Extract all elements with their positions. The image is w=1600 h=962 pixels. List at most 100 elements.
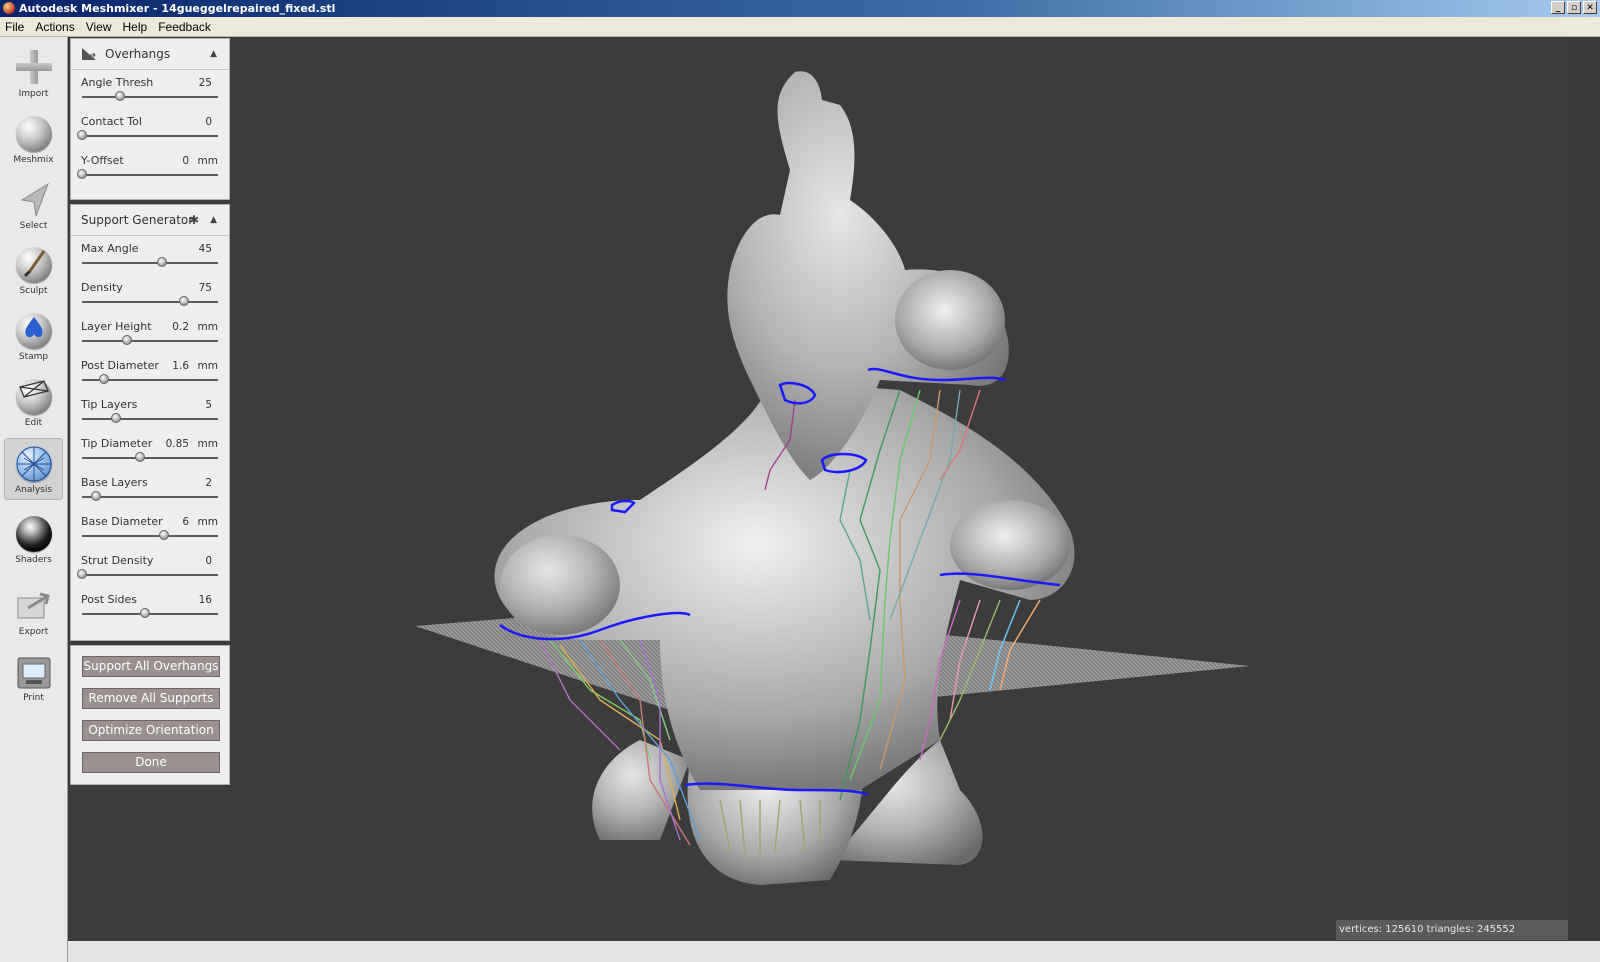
tool-shaders-label: Shaders xyxy=(15,555,52,565)
3d-viewport[interactable] xyxy=(68,37,1600,941)
param-value[interactable]: 25 xyxy=(199,77,212,89)
menu-feedback[interactable]: Feedback xyxy=(153,20,217,34)
slider-knob[interactable] xyxy=(77,169,87,179)
param-row: Base Diameter 6 mm xyxy=(71,509,229,548)
tool-sculpt[interactable]: Sculpt xyxy=(4,240,63,302)
param-value[interactable]: 0.85 xyxy=(166,438,189,450)
slider-knob[interactable] xyxy=(157,257,168,267)
optimize-orientation-button[interactable]: Optimize Orientation xyxy=(82,720,220,741)
window-controls: _ ▫ ✕ xyxy=(1551,1,1597,14)
slider-track[interactable] xyxy=(82,535,218,537)
param-label: Tip Diameter xyxy=(81,437,153,450)
slider-knob[interactable] xyxy=(158,530,169,540)
menu-help[interactable]: Help xyxy=(118,20,154,34)
menu-view[interactable]: View xyxy=(81,20,118,34)
tool-edit[interactable]: Edit xyxy=(4,372,63,434)
menu-file[interactable]: File xyxy=(0,20,30,34)
slider-track[interactable] xyxy=(82,301,218,303)
slider-track[interactable] xyxy=(82,96,218,98)
slider-knob[interactable] xyxy=(135,452,146,462)
param-value[interactable]: 0.2 xyxy=(172,321,189,333)
param-row: Post Sides 16 xyxy=(71,587,229,626)
title-bar: Autodesk Meshmixer - 14gueggelrepaired_f… xyxy=(0,0,1600,17)
param-value[interactable]: 45 xyxy=(199,243,212,255)
param-row: Post Diameter 1.6 mm xyxy=(71,353,229,392)
param-value[interactable]: 0 xyxy=(205,555,212,567)
restore-button[interactable]: ▫ xyxy=(1567,1,1581,14)
param-value[interactable]: 75 xyxy=(199,282,212,294)
viewport-right-edge xyxy=(1568,37,1600,941)
param-label: Post Sides xyxy=(81,593,138,606)
param-label: Post Diameter xyxy=(81,359,159,372)
param-row: Tip Layers 5 xyxy=(71,392,229,431)
mesh-model xyxy=(494,71,1075,885)
slider-track[interactable] xyxy=(82,135,218,137)
tool-import[interactable]: Import xyxy=(4,43,63,105)
slider-track[interactable] xyxy=(82,457,218,459)
slider-track[interactable] xyxy=(82,418,218,420)
param-label: Base Diameter xyxy=(81,515,163,528)
slider-knob[interactable] xyxy=(121,335,132,345)
minimize-button[interactable]: _ xyxy=(1551,1,1565,14)
support-actions-panel: Support All Overhangs Remove All Support… xyxy=(70,645,230,785)
close-button[interactable]: ✕ xyxy=(1583,1,1597,14)
tool-select[interactable]: Select xyxy=(4,175,63,237)
slider-track[interactable] xyxy=(82,613,218,615)
support-generator-header[interactable]: Support Generator ✱ ▲ xyxy=(71,205,229,236)
slider-knob[interactable] xyxy=(77,130,87,140)
param-value[interactable]: 1.6 xyxy=(172,360,189,372)
param-unit: mm xyxy=(197,155,218,167)
tool-print-label: Print xyxy=(23,693,44,703)
param-value[interactable]: 2 xyxy=(205,477,212,489)
slider-track[interactable] xyxy=(82,262,218,264)
remove-all-supports-button[interactable]: Remove All Supports xyxy=(82,688,220,709)
collapse-icon[interactable]: ▲ xyxy=(210,39,217,69)
stamp-icon xyxy=(14,311,54,351)
slider-knob[interactable] xyxy=(77,569,87,579)
collapse-icon[interactable]: ▲ xyxy=(210,205,217,235)
slider-track[interactable] xyxy=(82,340,218,342)
overhangs-title: Overhangs xyxy=(105,47,171,61)
tool-analysis-label: Analysis xyxy=(14,485,53,495)
slider-knob[interactable] xyxy=(139,608,150,618)
gear-icon[interactable]: ✱ xyxy=(189,205,199,235)
tool-stamp[interactable]: Stamp xyxy=(4,306,63,368)
slider-track[interactable] xyxy=(82,496,218,498)
param-value[interactable]: 5 xyxy=(205,399,212,411)
slider-knob[interactable] xyxy=(98,374,109,384)
tool-analysis[interactable]: Analysis xyxy=(4,438,63,500)
slider-knob[interactable] xyxy=(90,491,101,501)
slider-knob[interactable] xyxy=(115,91,126,101)
param-row: Layer Height 0.2 mm xyxy=(71,314,229,353)
slider-knob[interactable] xyxy=(179,296,189,306)
slider-track[interactable] xyxy=(82,174,218,176)
slider-knob[interactable] xyxy=(111,413,121,423)
tool-export[interactable]: Export xyxy=(4,581,63,643)
param-label: Y-Offset xyxy=(81,154,124,167)
support-all-overhangs-button[interactable]: Support All Overhangs xyxy=(82,656,220,677)
param-value[interactable]: 6 xyxy=(182,516,189,528)
overhangs-panel-header[interactable]: Overhangs ▲ xyxy=(71,39,229,70)
meshmixer-app-icon xyxy=(3,2,15,14)
param-value[interactable]: 0 xyxy=(182,155,189,167)
param-row: Y-Offset 0 mm xyxy=(71,148,229,187)
overhangs-panel: Overhangs ▲ Angle Thresh 25 Contact Tol 0 Y-… xyxy=(70,38,230,200)
param-value[interactable]: 0 xyxy=(205,116,212,128)
slider-track[interactable] xyxy=(82,574,218,576)
tool-edit-label: Edit xyxy=(24,418,43,428)
menu-actions[interactable]: Actions xyxy=(30,20,80,34)
bottom-strip xyxy=(0,941,1600,962)
param-value[interactable]: 16 xyxy=(199,594,212,606)
tool-meshmix[interactable]: Meshmix xyxy=(4,109,63,171)
model-scene xyxy=(415,71,1250,885)
status-bar: vertices: 125610 triangles: 245552 xyxy=(1336,920,1568,940)
tool-print[interactable]: Print xyxy=(4,647,63,709)
tool-import-label: Import xyxy=(18,89,49,99)
tool-sculpt-label: Sculpt xyxy=(19,286,48,296)
overhang-icon xyxy=(82,48,96,60)
param-unit: mm xyxy=(197,438,218,450)
tool-shaders[interactable]: Shaders xyxy=(4,509,63,571)
param-label: Tip Layers xyxy=(81,398,138,411)
done-button[interactable]: Done xyxy=(82,752,220,773)
param-row: Angle Thresh 25 xyxy=(71,70,229,109)
